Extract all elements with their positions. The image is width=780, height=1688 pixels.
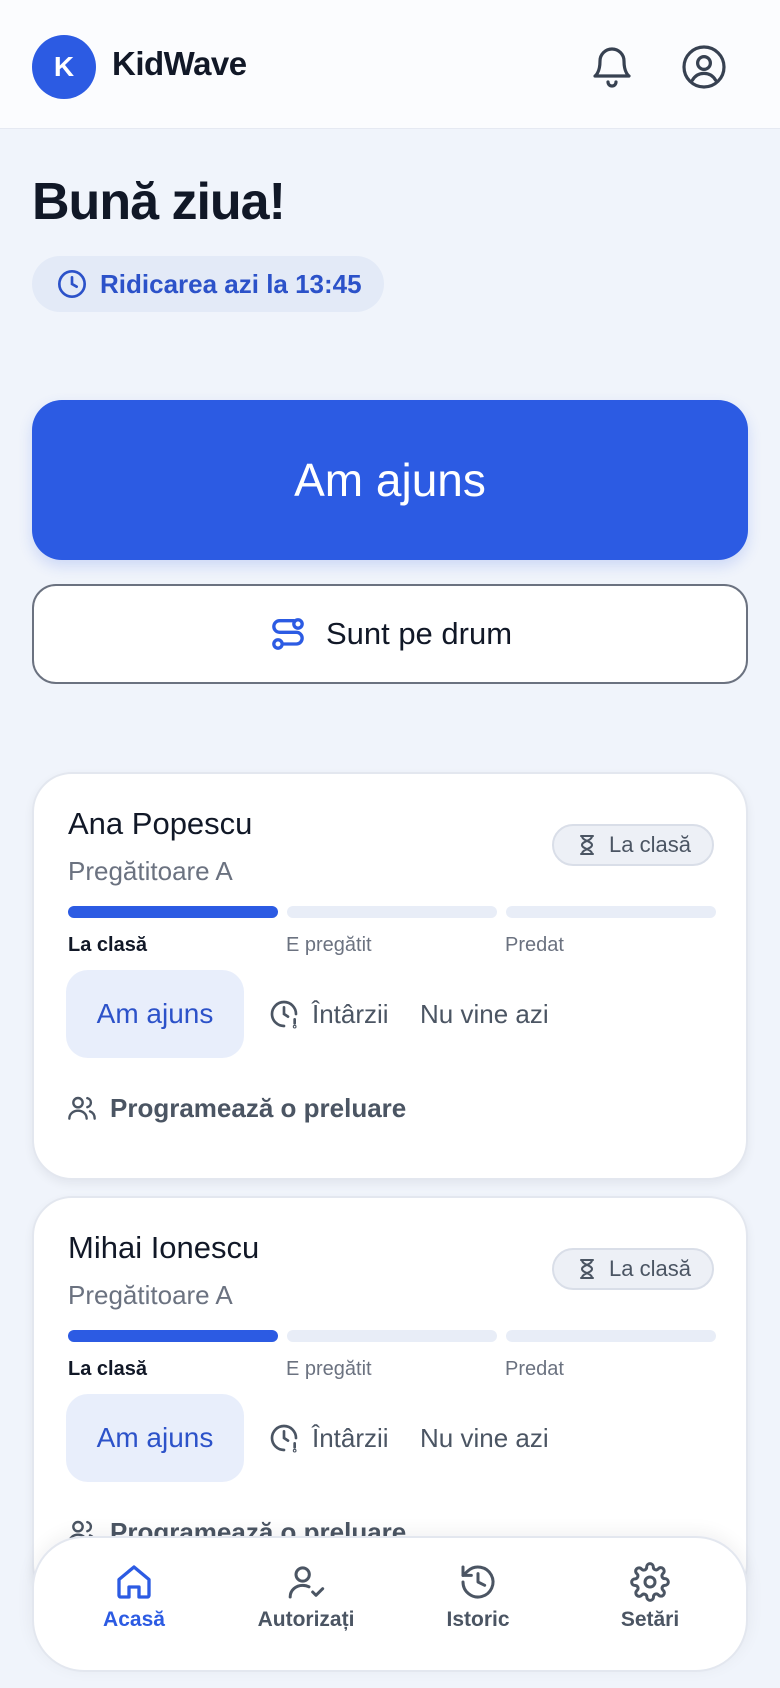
- status-badge: La clasă: [552, 1248, 714, 1290]
- progress-segment: [68, 906, 278, 918]
- child-arrived-button[interactable]: Am ajuns: [66, 970, 244, 1058]
- status-badge-text: La clasă: [609, 832, 691, 857]
- pickup-progress: [68, 1330, 716, 1342]
- nav-item-home[interactable]: Acasă: [54, 1562, 214, 1632]
- bell-icon[interactable]: [588, 43, 636, 91]
- user-check-icon: [288, 1566, 325, 1599]
- nav-label: Istoric: [446, 1608, 510, 1631]
- step-label: Predat: [505, 934, 564, 956]
- child-class: Pregătitoare A: [68, 1280, 233, 1310]
- home-icon: [117, 1565, 151, 1599]
- page-title: Bună ziua!: [32, 173, 286, 231]
- progress-segment: [68, 1330, 278, 1342]
- late-label: Întârzii: [312, 998, 389, 1029]
- late-button[interactable]: Întârzii: [268, 996, 389, 1032]
- step-label: E pregătit: [286, 1358, 372, 1380]
- nav-label: Autorizați: [257, 1608, 355, 1631]
- logo: K: [32, 35, 96, 99]
- brand-name: KidWave: [112, 45, 247, 82]
- app-header: K KidWave: [0, 0, 780, 129]
- progress-segment: [287, 1330, 497, 1342]
- history-icon: [461, 1565, 495, 1599]
- progress-segment: [506, 906, 716, 918]
- step-label: La clasă: [68, 1358, 147, 1380]
- hourglass-icon: [580, 1259, 595, 1279]
- child-card: Ana Popescu Pregătitoare A La clasă La c…: [32, 772, 748, 1180]
- late-label: Întârzii: [312, 1422, 389, 1453]
- clock-alert-icon: [270, 1000, 298, 1029]
- schedule-label: Programează o preluare: [110, 1092, 407, 1123]
- on-the-way-label: Sunt pe drum: [325, 616, 513, 651]
- step-label: La clasă: [68, 934, 147, 956]
- step-label: Predat: [505, 1358, 564, 1380]
- route-icon: [272, 618, 304, 650]
- user-circle-icon[interactable]: [680, 43, 728, 91]
- on-the-way-button[interactable]: Sunt pe drum: [32, 584, 748, 684]
- hourglass-icon: [580, 835, 595, 855]
- progress-segment: [506, 1330, 716, 1342]
- users-icon: [68, 1096, 96, 1120]
- schedule-pickup-link[interactable]: Programează o preluare: [66, 1090, 406, 1126]
- nav-label: Acasă: [103, 1608, 165, 1631]
- clock-icon: [58, 270, 86, 298]
- late-button[interactable]: Întârzii: [268, 1420, 389, 1456]
- status-badge-text: La clasă: [609, 1256, 691, 1281]
- pickup-time-text: Ridicarea azi la 13:45: [100, 268, 362, 299]
- child-class: Pregătitoare A: [68, 856, 233, 886]
- child-arrived-button[interactable]: Am ajuns: [66, 1394, 244, 1482]
- clock-alert-icon: [270, 1424, 298, 1453]
- progress-segment: [287, 906, 497, 918]
- pickup-time-badge: Ridicarea azi la 13:45: [32, 256, 384, 312]
- nav-item-authorized[interactable]: Autorizați: [226, 1562, 386, 1632]
- nav-label: Setări: [620, 1608, 680, 1631]
- child-name: Ana Popescu: [68, 806, 253, 841]
- settings-icon: [630, 1562, 670, 1602]
- child-name: Mihai Ionescu: [68, 1230, 260, 1265]
- nav-item-settings[interactable]: Setări: [570, 1562, 730, 1632]
- step-label: E pregătit: [286, 934, 372, 956]
- absent-button[interactable]: Nu vine azi: [420, 1420, 549, 1456]
- pickup-progress: [68, 906, 716, 918]
- arrived-button[interactable]: Am ajuns: [32, 400, 748, 560]
- absent-button[interactable]: Nu vine azi: [420, 996, 549, 1032]
- bottom-nav: Acasă Autorizați Istoric Setări: [32, 1536, 748, 1672]
- nav-item-history[interactable]: Istoric: [398, 1562, 558, 1632]
- status-badge: La clasă: [552, 824, 714, 866]
